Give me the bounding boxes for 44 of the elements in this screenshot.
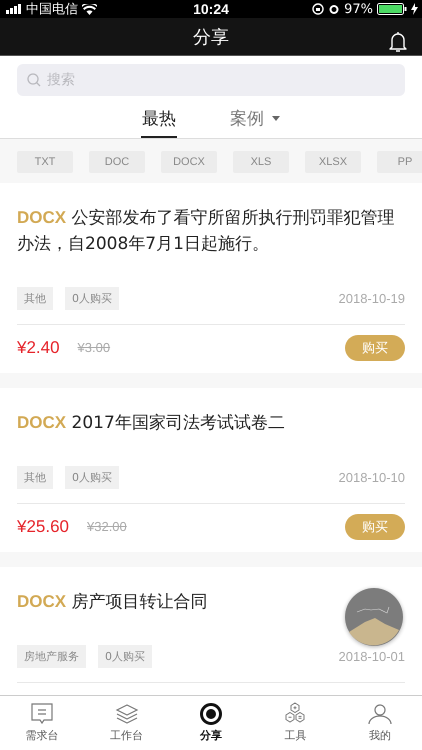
signal-icon [6,4,22,14]
tag: 0人购买 [98,644,152,668]
mountain-icon [345,588,403,646]
nav-tab[interactable]: 工作台 [96,696,157,750]
document-title[interactable]: DOCX 房产项目转让合同 [17,588,405,615]
tab[interactable]: 案例 [229,102,281,138]
chat-icon [30,702,54,726]
date: 2018-10-01 [338,648,405,664]
battery-icon [377,3,407,15]
bell-icon[interactable] [389,31,407,53]
floating-button[interactable] [345,588,403,646]
rotation-lock-icon [312,3,324,15]
date: 2018-10-10 [338,470,405,485]
price: ¥25.60 [17,516,69,537]
price: ¥2.40 [17,338,60,358]
document-title[interactable]: DOCX 2017年国家司法考试试卷二 [17,410,405,436]
wifi-icon [82,4,97,14]
charging-icon [411,3,418,15]
nav-label: 我的 [368,728,391,744]
nav-label: 分享 [200,728,222,744]
original-price: ¥32.00 [87,519,127,534]
clock-time: 10:24 [193,1,229,17]
tag: 其他 [17,466,53,489]
page-title: 分享 [193,26,229,49]
date: 2018-10-19 [338,290,405,306]
nav-tab[interactable]: 需求台 [12,696,72,750]
nav-tab[interactable]: 我的 [350,696,410,750]
target-icon [198,702,223,726]
nav-tab[interactable]: 分享 [180,696,241,750]
tag: 房地产服务 [17,644,86,668]
nav-label: 工具 [284,728,306,744]
alarm-icon [328,3,340,15]
nav-tab[interactable]: 工具 [265,696,326,750]
carrier: 中国电信 [26,1,78,18]
layers-icon [114,702,139,726]
tag: 其他 [17,286,53,310]
nav-label: 工作台 [110,728,144,744]
person-icon [368,702,392,726]
tag: 0人购买 [65,466,119,489]
tag: 0人购买 [65,286,119,310]
document-title[interactable]: DOCX 公安部发布了看守所留所执行刑罚罪犯管理办法，自2008年7月1日起施行。 [17,204,405,257]
battery-percent: 97% [344,2,373,16]
original-price: ¥3.00 [78,340,110,356]
nav-label: 需求台 [26,728,59,744]
